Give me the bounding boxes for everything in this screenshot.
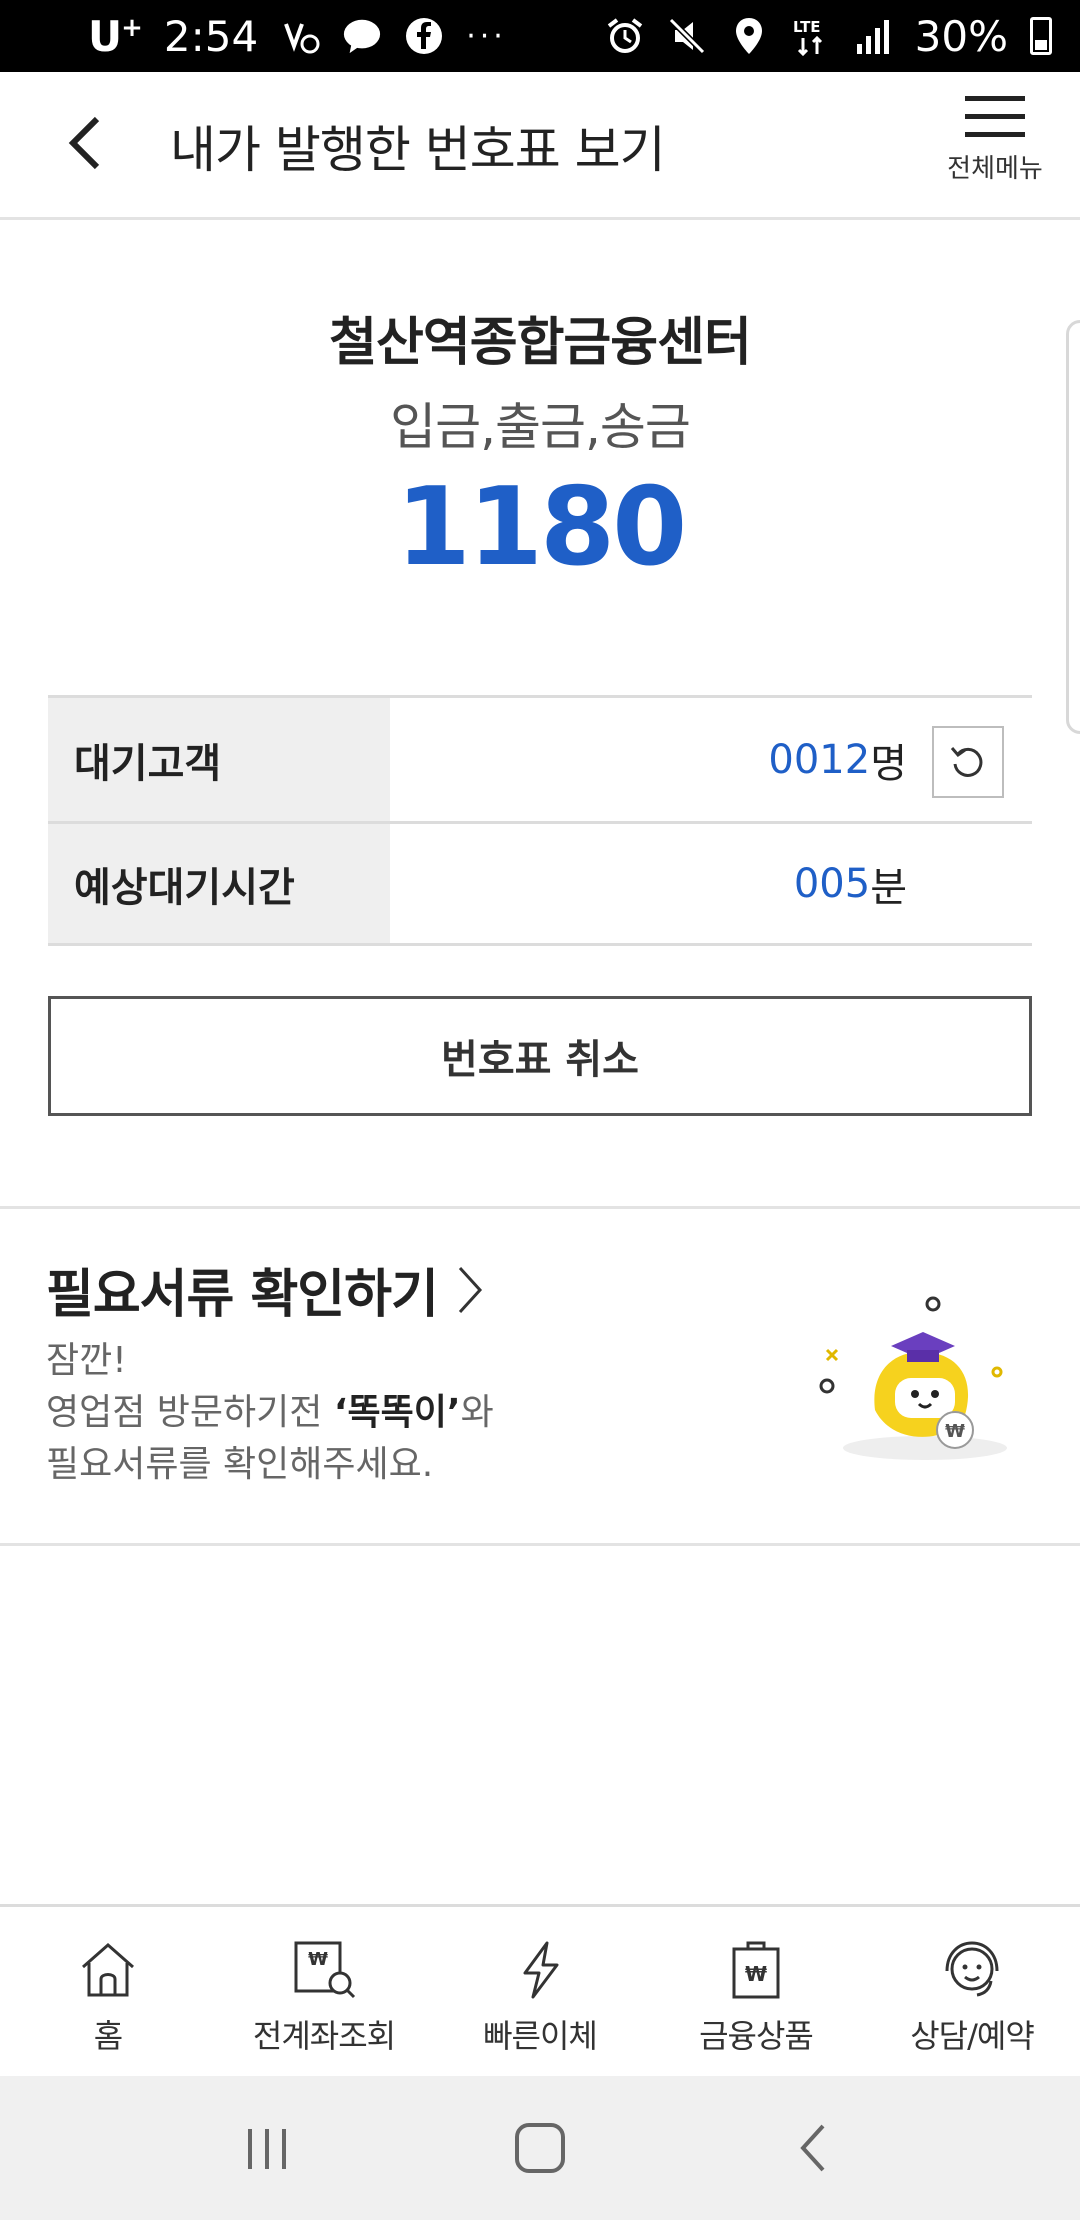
- battery-percent: 30%: [914, 11, 1008, 61]
- nav-label: 전계좌조회: [252, 2017, 396, 2055]
- required-docs-link[interactable]: 필요서류 확인하기: [46, 1252, 484, 1327]
- waiting-info-table: 대기고객 0012 명 예상대기시간 005 분: [48, 695, 1032, 946]
- finance-bag-icon: ₩: [721, 1935, 791, 2005]
- nav-home[interactable]: 홈: [0, 1907, 216, 2076]
- branch-name: 철산역종합금융센터: [329, 313, 752, 373]
- app-header: 내가 발행한 번호표 보기 전체메뉴: [0, 72, 1080, 220]
- system-navigation-bar: [0, 2076, 1080, 2220]
- lightning-icon: [505, 1935, 575, 2005]
- refresh-button[interactable]: [932, 726, 1004, 798]
- back-chevron-icon: [800, 2124, 825, 2172]
- chevron-left-icon: [68, 116, 100, 170]
- ticket-number: 1180: [395, 465, 688, 590]
- docs-line-1: 잠깐!: [46, 1340, 127, 1381]
- waiting-customers-label: 대기고객: [48, 698, 390, 821]
- waiting-unit: 명: [870, 740, 907, 787]
- bottom-navigation: 홈 ₩ 전계좌조회 빠른이체 ₩ 금융상품 상담/예약: [0, 1904, 1080, 2076]
- more-notifications-icon: ···: [466, 18, 507, 54]
- required-docs-description: 잠깐! 영업점 방문하기전 ‘똑똑이’와 필요서류를 확인해주세요.: [46, 1335, 494, 1491]
- hamburger-menu-icon: [965, 96, 1025, 137]
- service-type: 입금,출금,송금: [390, 398, 691, 456]
- svg-text:₩: ₩: [308, 1949, 328, 1970]
- section-divider: [0, 1206, 1080, 1209]
- alarm-icon: [605, 16, 645, 56]
- home-system-button[interactable]: [495, 2103, 585, 2193]
- recent-apps-icon: [247, 2129, 286, 2169]
- ticket-info: 철산역종합금융센터 입금,출금,송금 1180: [0, 300, 1080, 590]
- talk-icon: [342, 16, 382, 56]
- nav-consult-reservation[interactable]: 상담/예약: [864, 1907, 1080, 2076]
- recent-apps-button[interactable]: [222, 2103, 312, 2193]
- home-icon: [73, 1935, 143, 2005]
- waiting-customers-value: 0012 명: [390, 698, 1032, 821]
- mascot-illustration: ₩: [819, 1296, 1007, 1460]
- waiting-customers-row: 대기고객 0012 명: [48, 698, 1032, 824]
- chevron-right-icon: [458, 1266, 482, 1313]
- lte-icon: LTE: [791, 16, 831, 56]
- refresh-icon: [950, 747, 983, 777]
- full-menu-label: 전체메뉴: [947, 154, 1043, 184]
- scroll-handle[interactable]: [1066, 320, 1080, 734]
- nav-label: 빠른이체: [483, 2017, 598, 2055]
- nav-label: 상담/예약: [910, 2017, 1035, 2055]
- full-menu-button[interactable]: 전체메뉴: [940, 94, 1050, 204]
- expected-time-label: 예상대기시간: [48, 824, 390, 943]
- waiting-count: 0012: [768, 736, 871, 783]
- volte-icon: [280, 16, 320, 56]
- expected-time-unit: 분: [870, 864, 907, 911]
- carrier-label: U+: [88, 11, 143, 61]
- back-system-button[interactable]: [768, 2103, 858, 2193]
- home-square-icon: [514, 2123, 565, 2173]
- expected-time-row: 예상대기시간 005 분: [48, 824, 1032, 946]
- status-time: 2:54: [163, 11, 259, 61]
- expected-time-value: 005 분: [390, 824, 1032, 943]
- back-button[interactable]: [50, 108, 120, 178]
- headset-icon: [937, 1935, 1007, 2005]
- cancel-ticket-button[interactable]: 번호표 취소: [48, 996, 1032, 1116]
- nav-all-accounts[interactable]: ₩ 전계좌조회: [216, 1907, 432, 2076]
- nav-label: 금융상품: [699, 2017, 814, 2055]
- svg-text:LTE: LTE: [793, 18, 821, 36]
- required-docs-title: 필요서류 확인하기: [46, 1265, 439, 1325]
- battery-icon: [1030, 17, 1052, 55]
- docs-line-3: 필요서류를 확인해주세요.: [46, 1444, 434, 1485]
- signal-icon: [853, 16, 893, 56]
- section-divider: [0, 1543, 1080, 1546]
- facebook-icon: [404, 16, 444, 56]
- nav-quick-transfer[interactable]: 빠른이체: [432, 1907, 648, 2076]
- docs-line-2: 영업점 방문하기전 ‘똑똑이’와: [46, 1392, 494, 1433]
- account-search-icon: ₩: [289, 1935, 359, 2005]
- location-icon: [729, 16, 769, 56]
- nav-financial-products[interactable]: ₩ 금융상품: [648, 1907, 864, 2076]
- status-bar: U+ 2:54 ··· LTE 30%: [0, 0, 1080, 72]
- svg-text:₩: ₩: [745, 1962, 767, 1986]
- nav-label: 홈: [93, 2017, 123, 2055]
- page-title: 내가 발행한 번호표 보기: [170, 121, 666, 179]
- mute-icon: [667, 16, 707, 56]
- svg-text:₩: ₩: [945, 1421, 965, 1442]
- expected-time-number: 005: [793, 860, 871, 907]
